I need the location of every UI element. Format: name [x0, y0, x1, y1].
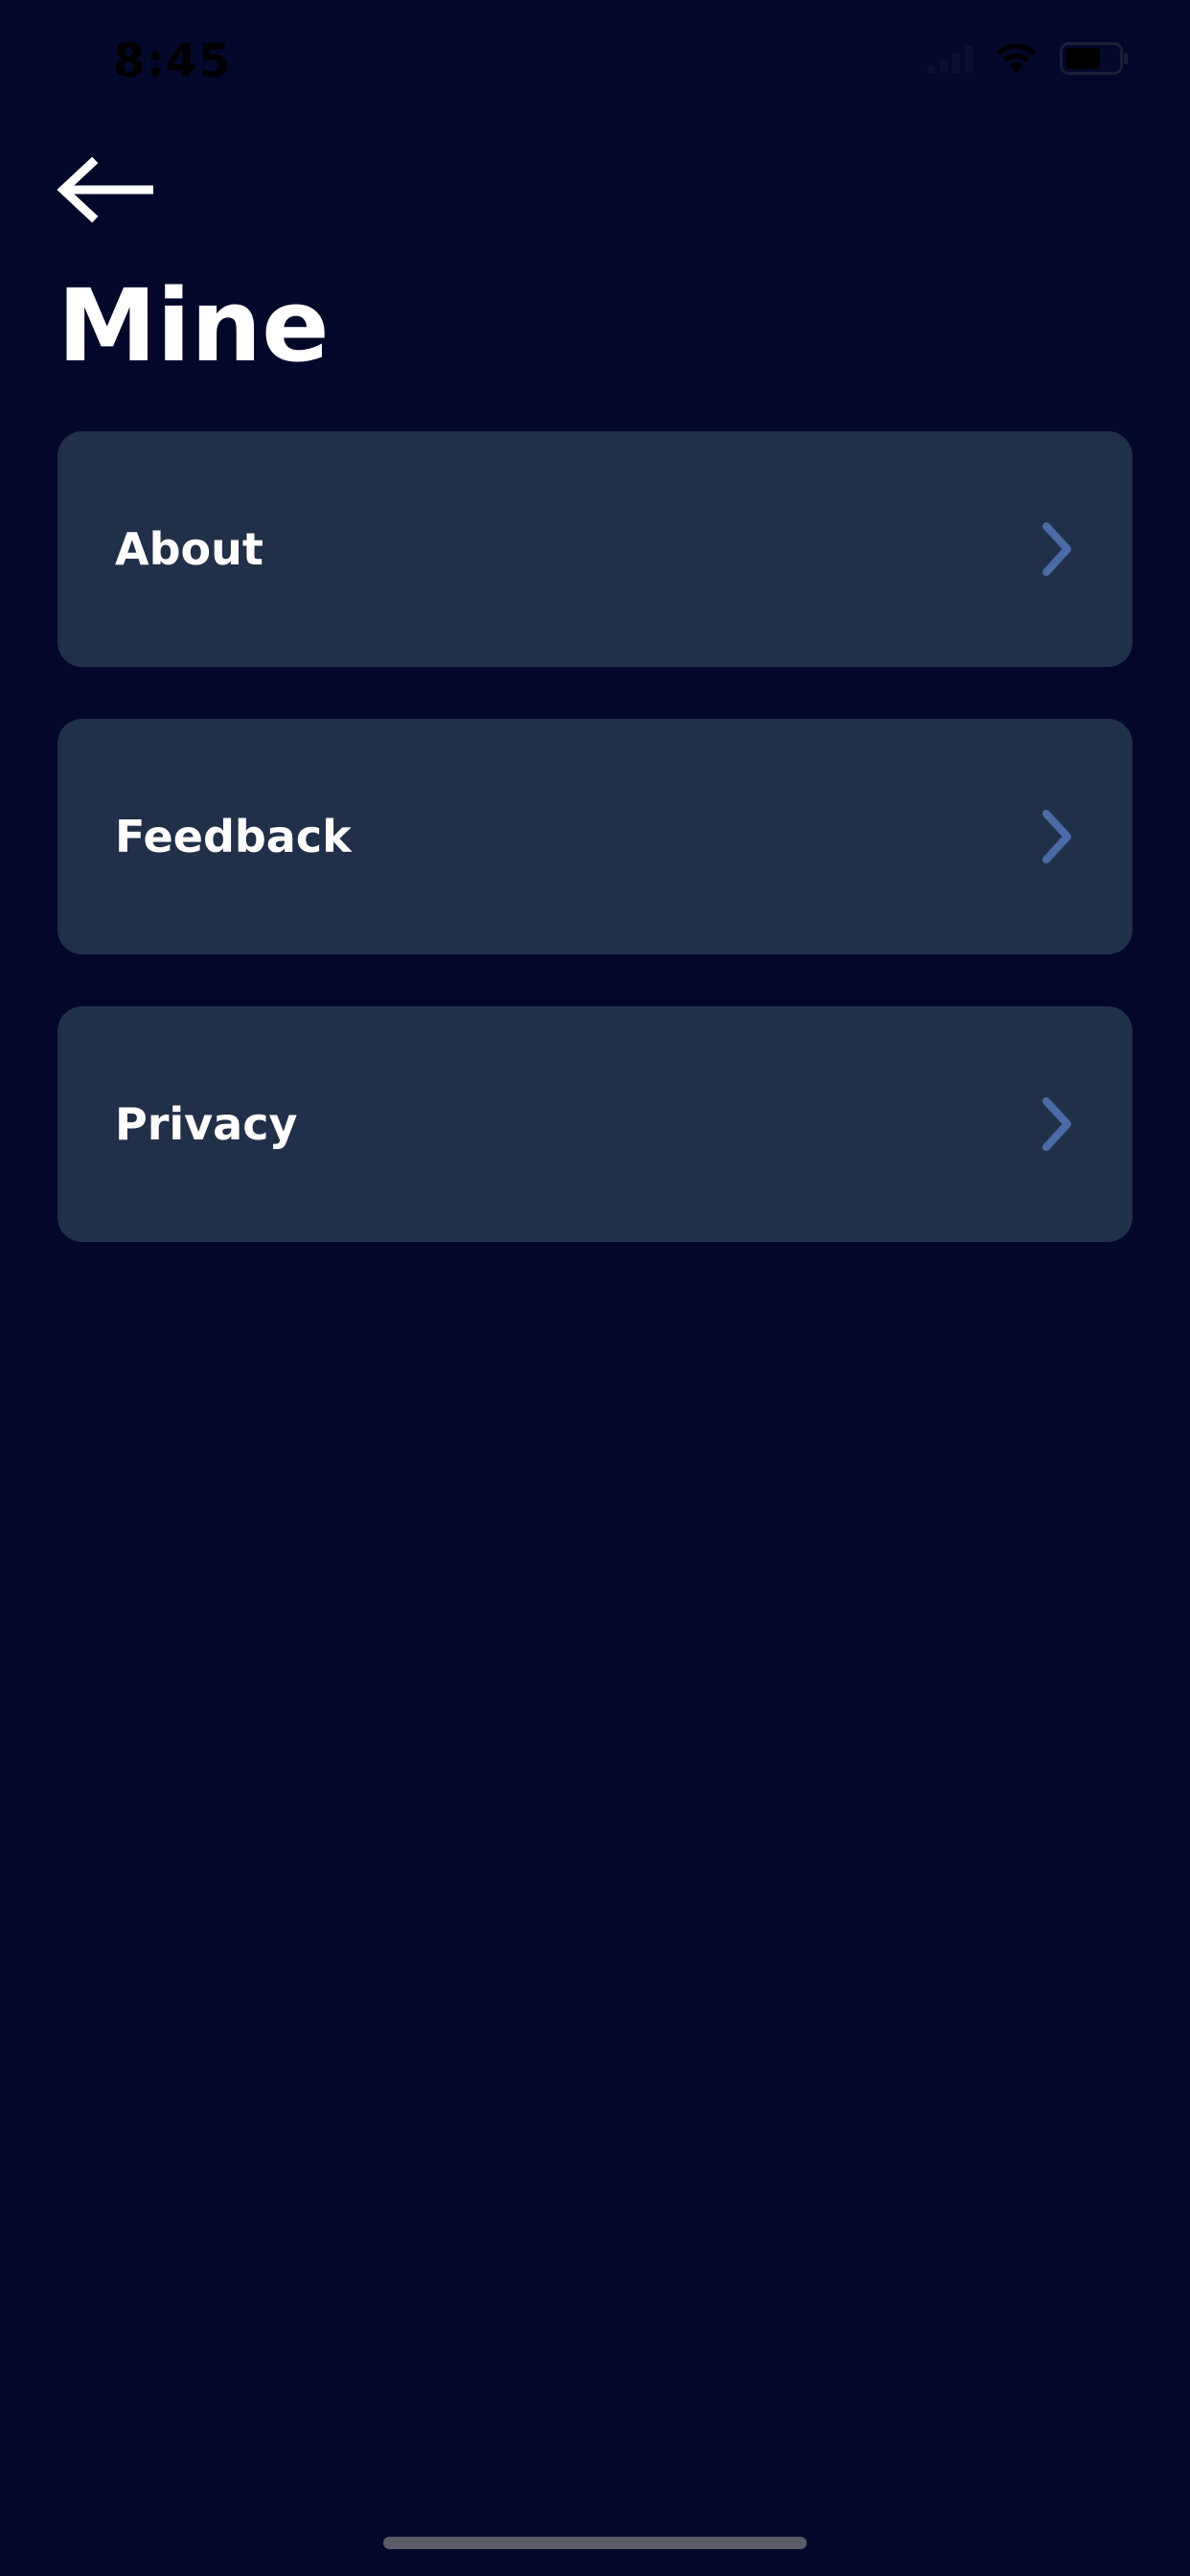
- menu-item-label: About: [115, 523, 263, 575]
- menu-item-feedback[interactable]: Feedback: [57, 719, 1133, 954]
- menu-item-label: Privacy: [115, 1098, 298, 1150]
- home-indicator: [383, 2537, 807, 2549]
- chevron-right-icon: [1039, 520, 1077, 578]
- status-time: 8:45: [113, 34, 232, 88]
- menu-item-about[interactable]: About: [57, 431, 1133, 667]
- battery-icon: [1060, 42, 1129, 75]
- menu-list: About Feedback Privacy: [57, 431, 1133, 1242]
- status-bar: 8:45: [0, 0, 1190, 126]
- signal-icon: [927, 44, 973, 73]
- chevron-right-icon: [1039, 808, 1077, 865]
- status-icons: [927, 42, 1129, 75]
- back-button[interactable]: [54, 153, 154, 226]
- menu-item-privacy[interactable]: Privacy: [57, 1006, 1133, 1242]
- chevron-right-icon: [1039, 1095, 1077, 1153]
- menu-item-label: Feedback: [115, 811, 352, 862]
- page-title: Mine: [57, 267, 330, 384]
- wifi-icon: [995, 42, 1039, 75]
- arrow-left-icon: [54, 156, 154, 230]
